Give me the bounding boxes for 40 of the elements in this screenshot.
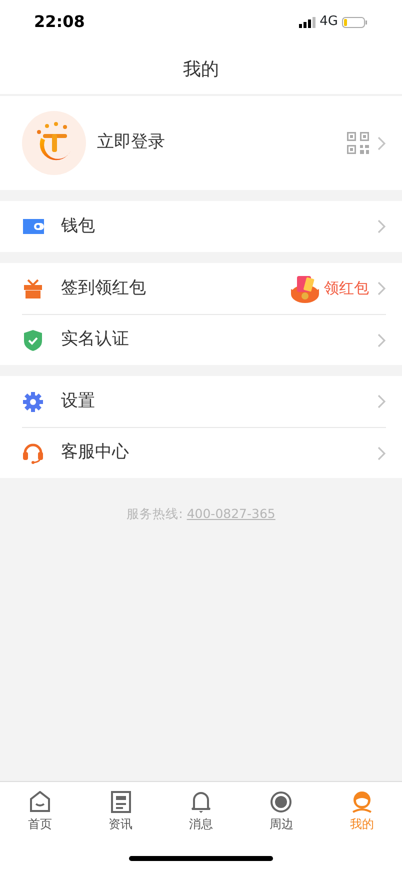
chevron-icon [377, 219, 386, 234]
target-icon[interactable] [270, 791, 292, 813]
gift-icon [23, 278, 43, 298]
menu-item[interactable]: 签到领红包 领红包 [0, 263, 402, 314]
tab-item[interactable]: 消息 [160, 782, 242, 834]
envelope-icon [290, 273, 320, 304]
menu-label: 钱包 [61, 214, 96, 238]
reward-label: 领红包 [324, 278, 369, 300]
menu-item[interactable]: 实名认证 [0, 314, 402, 365]
chevron-icon [377, 394, 386, 409]
battery-icon [342, 16, 368, 28]
news-icon[interactable] [110, 791, 131, 813]
hotline-label: 服务热线: [126, 506, 183, 521]
shield-check-icon [23, 330, 43, 350]
menu-item[interactable]: 客服中心 [0, 427, 402, 478]
chevron-icon [377, 446, 386, 460]
menu-label: 客服中心 [61, 441, 130, 464]
chevron-icon [377, 332, 386, 348]
menu-label: 设置 [61, 390, 96, 413]
status-time: 22:08 [34, 11, 85, 33]
chevron-icon [377, 136, 386, 150]
menu-item[interactable]: 设置 [0, 376, 402, 427]
login-label: 立即登录 [97, 131, 166, 154]
signal-icon [298, 16, 316, 28]
bell-icon[interactable] [190, 791, 212, 813]
menu-label: 实名认证 [61, 328, 130, 352]
wallet-icon [22, 218, 44, 235]
network-label: 4G [320, 13, 338, 32]
tab-item[interactable]: 首页 [0, 782, 80, 834]
tab-item[interactable]: 周边 [241, 782, 322, 834]
home-icon[interactable] [29, 791, 52, 813]
person-icon[interactable] [350, 791, 373, 813]
headset-icon [22, 442, 44, 464]
settings-icon [23, 392, 43, 412]
menu-item[interactable]: 钱包 [0, 201, 402, 252]
profile-row[interactable]: 立即登录 [0, 96, 402, 190]
tab-item[interactable]: 资讯 [80, 782, 161, 834]
page-title: 我的 [183, 58, 219, 82]
chevron-icon [377, 281, 386, 296]
menu-label: 签到领红包 [61, 276, 147, 300]
